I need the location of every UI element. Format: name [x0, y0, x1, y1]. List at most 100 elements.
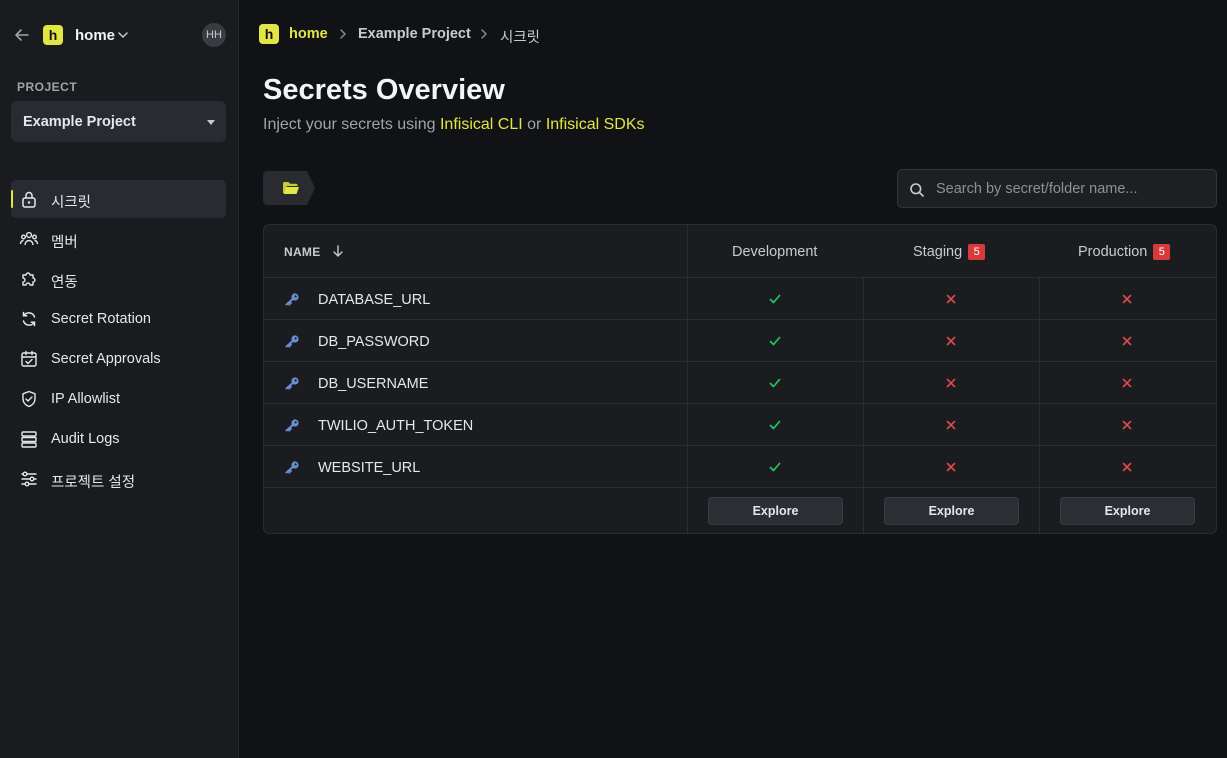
secret-name: DATABASE_URL	[318, 292, 431, 308]
breadcrumb: h home Example Project 시크릿	[259, 24, 959, 46]
table-row[interactable]: DB_USERNAME	[264, 362, 1216, 404]
check-icon[interactable]	[768, 334, 782, 348]
table-row[interactable]: WEBSITE_URL	[264, 446, 1216, 488]
breadcrumb-org-logo: h	[259, 24, 279, 44]
explore-production-button[interactable]: Explore	[1060, 497, 1195, 525]
x-icon[interactable]	[1120, 418, 1134, 432]
chevron-down-icon[interactable]	[116, 28, 130, 42]
sidebar-item-label: Secret Rotation	[51, 311, 151, 327]
chevron-right-icon	[340, 29, 346, 39]
sidebar-item-label: Audit Logs	[51, 431, 120, 447]
sidebar-item-audit-logs[interactable]: Audit Logs	[11, 420, 226, 458]
sidebar-item-members[interactable]: 멤버	[11, 220, 226, 258]
project-select-value: Example Project	[23, 114, 136, 130]
sidebar-item-secret-approvals[interactable]: Secret Approvals	[11, 340, 226, 378]
sidebar: h home HH PROJECT Example Project 시크릿 멤버…	[0, 0, 239, 758]
sliders-icon	[21, 471, 37, 487]
org-name[interactable]: home	[75, 27, 115, 44]
sidebar-item-label: 프로젝트 설정	[51, 475, 136, 491]
secret-name: WEBSITE_URL	[318, 460, 421, 476]
x-icon[interactable]	[944, 292, 958, 306]
env-header-staging: Staging 5	[913, 244, 986, 260]
subtitle-prefix: Inject your secrets using	[263, 116, 436, 133]
breadcrumb-project[interactable]: Example Project	[358, 26, 471, 42]
missing-count-badge: 5	[1153, 244, 1171, 260]
caret-down-icon	[207, 120, 215, 125]
check-icon[interactable]	[768, 376, 782, 390]
search-input[interactable]	[936, 170, 1211, 207]
check-icon[interactable]	[768, 460, 782, 474]
key-icon	[285, 419, 299, 432]
sidebar-item-label: 시크릿	[51, 195, 92, 211]
infisical-sdks-link[interactable]: Infisical SDKs	[546, 116, 645, 133]
check-icon[interactable]	[768, 292, 782, 306]
env-header-label: Staging	[913, 244, 963, 260]
sidebar-item-label: IP Allowlist	[51, 391, 121, 407]
sidebar-header: h home HH	[0, 0, 239, 70]
avatar[interactable]: HH	[202, 23, 226, 47]
sidebar-item-label: 연동	[51, 275, 78, 291]
sidebar-item-integrations[interactable]: 연동	[11, 260, 226, 298]
org-logo: h	[43, 25, 63, 45]
table-row[interactable]: DB_PASSWORD	[264, 320, 1216, 362]
main-content: h home Example Project 시크릿 Secrets Overv…	[239, 0, 1227, 758]
x-icon[interactable]	[1120, 460, 1134, 474]
x-icon[interactable]	[944, 376, 958, 390]
sidebar-item-ip-allowlist[interactable]: IP Allowlist	[11, 380, 226, 418]
table-row[interactable]: DATABASE_URL	[264, 278, 1216, 320]
table-row[interactable]: TWILIO_AUTH_TOKEN	[264, 404, 1216, 446]
env-header-label: Production	[1078, 244, 1148, 260]
explore-development-button[interactable]: Explore	[708, 497, 843, 525]
x-icon[interactable]	[1120, 292, 1134, 306]
x-icon[interactable]	[1120, 334, 1134, 348]
arrow-left-icon[interactable]	[12, 25, 32, 45]
infisical-cli-link[interactable]: Infisical CLI	[440, 116, 523, 133]
secret-name: TWILIO_AUTH_TOKEN	[318, 418, 474, 434]
chevron-right-icon	[481, 29, 487, 39]
breadcrumb-home[interactable]: home	[289, 26, 328, 42]
sidebar-item-project-settings[interactable]: 프로젝트 설정	[11, 460, 226, 498]
key-icon	[285, 461, 299, 474]
sidebar-item-secrets[interactable]: 시크릿	[11, 180, 226, 218]
puzzle-icon	[22, 272, 36, 286]
env-header-development: Development	[732, 244, 817, 260]
x-icon[interactable]	[944, 418, 958, 432]
table-header: NAME Development Staging 5 Production 5	[264, 225, 1216, 278]
key-icon	[285, 293, 299, 306]
project-select[interactable]: Example Project	[11, 101, 226, 142]
sidebar-item-label: 멤버	[51, 235, 78, 251]
rotate-icon	[22, 311, 36, 327]
key-icon	[285, 335, 299, 348]
secret-name: DB_PASSWORD	[318, 334, 430, 350]
folder-breadcrumb-button[interactable]	[263, 171, 315, 205]
secrets-table: NAME Development Staging 5 Production 5 DA…	[263, 224, 1217, 534]
server-icon	[21, 431, 37, 448]
folder-open-icon	[283, 182, 299, 194]
project-section-label: PROJECT	[17, 80, 78, 94]
sidebar-item-secret-rotation[interactable]: Secret Rotation	[11, 300, 226, 338]
shield-check-icon	[22, 390, 36, 408]
breadcrumb-current: 시크릿	[500, 30, 541, 46]
env-header-label: Development	[732, 244, 818, 260]
users-icon	[19, 231, 39, 246]
page-subtitle: Inject your secrets using Infisical CLI …	[263, 116, 645, 134]
x-icon[interactable]	[944, 334, 958, 348]
check-icon[interactable]	[768, 418, 782, 432]
sidebar-nav: 시크릿 멤버 연동 Secret Rotation Secret Approva…	[11, 180, 226, 500]
search-icon	[910, 183, 924, 197]
subtitle-mid: or	[527, 116, 542, 133]
page-title: Secrets Overview	[263, 74, 505, 106]
key-icon	[285, 377, 299, 390]
calendar-check-icon	[21, 350, 37, 367]
x-icon[interactable]	[1120, 376, 1134, 390]
arrow-down-icon[interactable]	[331, 244, 345, 258]
name-column-header[interactable]: NAME	[284, 245, 321, 259]
sidebar-item-label: Secret Approvals	[51, 351, 161, 367]
search-box	[897, 169, 1217, 208]
explore-staging-button[interactable]: Explore	[884, 497, 1019, 525]
x-icon[interactable]	[944, 460, 958, 474]
missing-count-badge: 5	[968, 244, 986, 260]
lock-icon	[22, 191, 36, 208]
env-header-production: Production 5	[1078, 244, 1171, 260]
secret-name: DB_USERNAME	[318, 376, 429, 392]
